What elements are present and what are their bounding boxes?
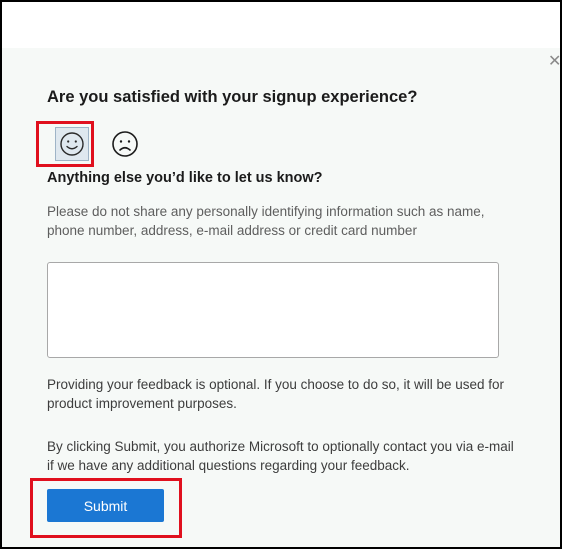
screenshot-frame: ✕ Are you satisfied with your signup exp… — [0, 0, 562, 549]
privacy-note: Please do not share any personally ident… — [47, 204, 485, 238]
close-icon[interactable]: ✕ — [548, 54, 562, 70]
additional-feedback-heading: Anything else you’d like to let us know? — [47, 170, 323, 186]
submit-button[interactable]: Submit — [47, 489, 164, 522]
feedback-dialog: ✕ Are you satisfied with your signup exp… — [2, 48, 562, 547]
smiley-face-icon — [60, 132, 84, 156]
frown-rating-button[interactable] — [108, 127, 142, 161]
satisfaction-question: Are you satisfied with your signup exper… — [47, 88, 418, 106]
optional-feedback-note: Providing your feedback is optional. If … — [47, 377, 505, 411]
contact-consent-note: By clicking Submit, you authorize Micros… — [47, 439, 514, 473]
frowning-face-icon — [112, 131, 138, 157]
feedback-textarea[interactable] — [47, 262, 499, 358]
smiley-rating-button[interactable] — [55, 127, 89, 161]
